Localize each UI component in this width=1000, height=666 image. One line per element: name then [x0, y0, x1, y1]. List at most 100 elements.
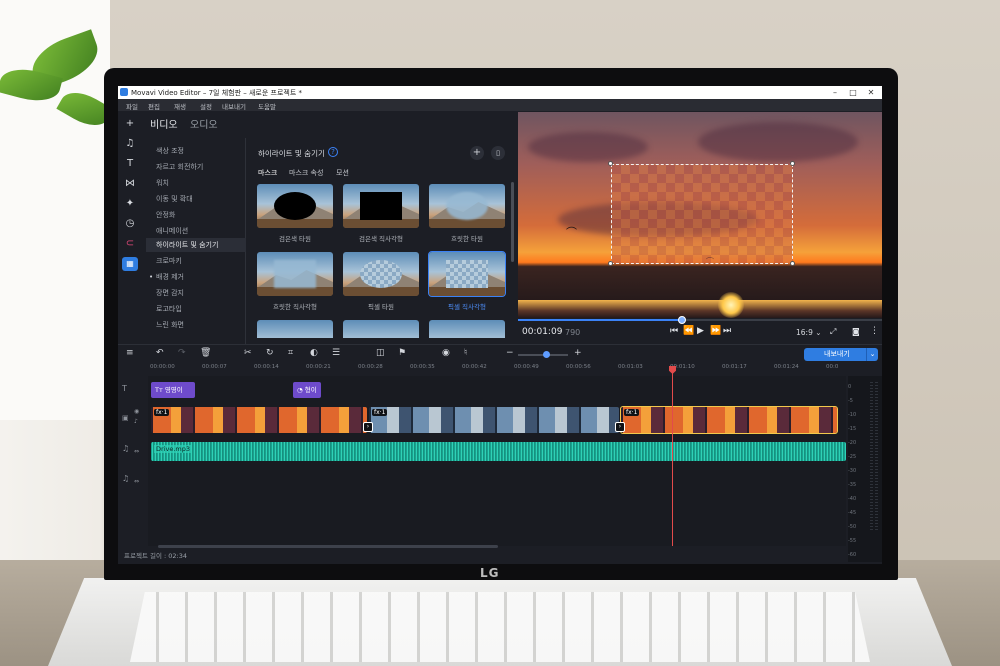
- snapshot-icon[interactable]: ◙: [852, 327, 860, 336]
- transition-icon[interactable]: ›: [615, 422, 625, 432]
- more-tools-icon[interactable]: ▦: [122, 257, 138, 271]
- title-clip[interactable]: Tт 영영이: [151, 382, 195, 398]
- maximize-button[interactable]: □: [846, 87, 860, 98]
- mask-card[interactable]: 흐릿한 직사각형: [257, 252, 333, 311]
- fx-item[interactable]: 크로마키: [146, 254, 246, 268]
- fx-item[interactable]: 이동 및 확대: [146, 192, 246, 206]
- fx-item[interactable]: 느린 화면: [146, 318, 246, 332]
- subtab-mask-properties[interactable]: 마스크 속성: [289, 168, 323, 178]
- pixelate-mask-box[interactable]: [611, 164, 793, 264]
- more-icon[interactable]: ⋮: [870, 326, 879, 336]
- timeline-area[interactable]: [148, 376, 846, 546]
- zoom-in-icon[interactable]: +: [574, 348, 582, 358]
- mask-card[interactable]: 흐릿한 타원: [429, 184, 505, 243]
- step-forward-icon[interactable]: ⏩: [710, 326, 721, 336]
- mask-card[interactable]: 검은색 타원: [257, 184, 333, 243]
- transition-icon[interactable]: ›: [363, 422, 373, 432]
- delete-icon[interactable]: 🗑: [200, 348, 211, 358]
- mask-card-selected[interactable]: 픽셀 직사각형: [428, 251, 506, 311]
- undo-icon[interactable]: ↶: [156, 348, 164, 358]
- menu-settings[interactable]: 설정: [200, 101, 212, 111]
- close-button[interactable]: ✕: [864, 87, 878, 98]
- menu-file[interactable]: 파일: [126, 101, 138, 111]
- visibility-icon[interactable]: ◉: [134, 408, 139, 415]
- zoom-slider[interactable]: [518, 351, 568, 358]
- skip-end-icon[interactable]: ⏭: [723, 326, 731, 336]
- add-icon[interactable]: +: [470, 146, 484, 160]
- export-button[interactable]: 내보내기 ⌄: [804, 348, 878, 361]
- aspect-ratio-select[interactable]: 16:9 ⌄: [796, 328, 822, 337]
- magnet-icon[interactable]: ⊂: [122, 237, 138, 251]
- color-icon[interactable]: ◐: [310, 348, 318, 358]
- tab-video[interactable]: 비디오: [150, 116, 178, 131]
- video-clip-selected[interactable]: fx·1: [620, 406, 838, 434]
- adjust-icon[interactable]: ☰: [332, 348, 340, 358]
- sticker-clip[interactable]: ◔ 형이: [293, 382, 321, 398]
- mask-card[interactable]: [257, 320, 333, 338]
- tab-audio[interactable]: 오디오: [190, 116, 218, 131]
- transitions-icon[interactable]: ⋈: [122, 177, 138, 191]
- help-icon[interactable]: ?: [328, 147, 338, 157]
- fx-item[interactable]: 안정화: [146, 208, 246, 222]
- overlay-icon[interactable]: ◫: [376, 348, 385, 358]
- timeline-ruler[interactable]: 00:00:00 00:00:07 00:00:14 00:00:21 00:0…: [148, 364, 848, 374]
- fx-item-highlight-conceal[interactable]: 하이라이트 및 숨기기: [146, 238, 246, 252]
- audio-clip[interactable]: Drive.mp3: [151, 442, 846, 461]
- step-back-icon[interactable]: ⏪: [683, 326, 694, 336]
- fullscreen-icon[interactable]: ⤢: [830, 327, 836, 337]
- fx-badge[interactable]: fx·1: [372, 409, 388, 416]
- filters-icon[interactable]: ✦: [122, 197, 138, 211]
- record-icon[interactable]: ◉: [442, 348, 450, 358]
- fx-item[interactable]: 워치: [146, 176, 246, 190]
- resize-handle[interactable]: [790, 161, 795, 166]
- video-clip[interactable]: fx·1: [369, 407, 619, 433]
- track-settings-icon[interactable]: ≡: [126, 348, 134, 358]
- fx-item[interactable]: 자르고 회전하기: [146, 160, 246, 174]
- lock-icon[interactable]: ▯: [491, 146, 505, 160]
- playhead[interactable]: [672, 366, 673, 546]
- fx-item[interactable]: 배경 제거: [146, 270, 246, 284]
- video-preview[interactable]: ⌒ ⌒: [518, 112, 882, 318]
- zoom-out-icon[interactable]: −: [506, 348, 514, 358]
- titles-icon[interactable]: T: [122, 157, 138, 171]
- fx-item[interactable]: 애니메이션: [146, 224, 246, 238]
- menu-help[interactable]: 도움말: [258, 101, 276, 111]
- menu-export[interactable]: 내보내기: [222, 101, 246, 111]
- timeline-scrollbar[interactable]: [158, 545, 498, 548]
- add-files-icon[interactable]: +: [122, 117, 138, 131]
- rotate-icon[interactable]: ↻: [266, 348, 274, 358]
- skip-start-icon[interactable]: ⏮: [670, 326, 678, 336]
- fx-item[interactable]: 장면 감지: [146, 286, 246, 300]
- playback-progress[interactable]: [518, 316, 882, 324]
- minimize-button[interactable]: –: [828, 87, 842, 98]
- music-icon[interactable]: ♫: [122, 137, 138, 151]
- zoom-knob[interactable]: [542, 351, 550, 358]
- stickers-icon[interactable]: ◷: [122, 217, 138, 231]
- resize-handle[interactable]: [790, 261, 795, 266]
- subtab-mask[interactable]: 마스크: [258, 168, 277, 178]
- subtab-motion[interactable]: 모션: [336, 168, 349, 178]
- panel-scrollbar[interactable]: [511, 182, 514, 262]
- mask-card[interactable]: [343, 320, 419, 338]
- mask-card[interactable]: 픽셀 타원: [343, 252, 419, 311]
- resize-handle[interactable]: [608, 261, 613, 266]
- play-icon[interactable]: ▶: [697, 326, 704, 336]
- link-icon[interactable]: ⇔: [134, 448, 139, 455]
- resize-handle[interactable]: [608, 161, 613, 166]
- fx-item[interactable]: 색상 조정: [146, 144, 246, 158]
- mute-icon[interactable]: ♪: [134, 418, 138, 425]
- video-clip[interactable]: fx·1: [151, 407, 367, 433]
- cut-icon[interactable]: ✂: [244, 348, 252, 358]
- link-icon[interactable]: ⇔: [134, 478, 139, 485]
- mask-card[interactable]: 검은색 직사각형: [343, 184, 419, 243]
- fx-badge[interactable]: fx·1: [624, 409, 640, 416]
- menu-play[interactable]: 재생: [174, 101, 186, 111]
- menu-edit[interactable]: 편집: [148, 101, 160, 111]
- redo-icon[interactable]: ↷: [178, 348, 186, 358]
- marker-icon[interactable]: ⚑: [398, 348, 406, 358]
- crop-icon[interactable]: ⌗: [288, 348, 293, 358]
- export-dropdown-icon[interactable]: ⌄: [866, 348, 878, 361]
- fx-badge[interactable]: fx·1: [154, 409, 170, 416]
- progress-knob[interactable]: [677, 316, 686, 324]
- mic-icon[interactable]: ♮: [464, 348, 467, 358]
